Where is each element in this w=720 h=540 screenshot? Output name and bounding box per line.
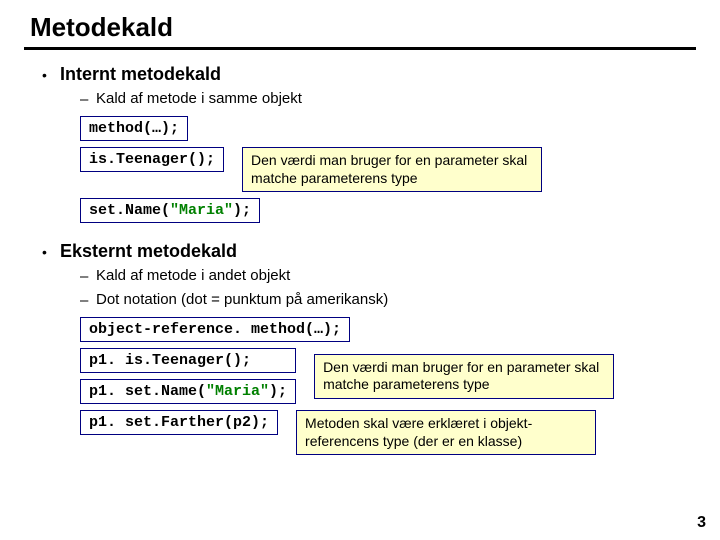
sub-external-1: Kald af metode i andet objekt <box>96 267 290 284</box>
bullet-dash: – <box>80 267 96 287</box>
bullet-dash: – <box>80 291 96 311</box>
sub-internal-1: Kald af metode i samme objekt <box>96 90 302 107</box>
callout-param-type-2: Den værdi man bruger for en parameter sk… <box>314 354 614 399</box>
code-p1-setname: p1. set.Name("Maria"); <box>80 379 296 404</box>
page-number: 3 <box>697 514 706 532</box>
subbullet-external-2: – Dot notation (dot = punktum på amerika… <box>80 291 696 311</box>
callout-method-decl: Metoden skal være erklæret i objekt-refe… <box>296 410 596 455</box>
bullet-external: • Eksternt metodekald <box>42 241 696 263</box>
bullet-dot: • <box>42 241 60 263</box>
code-p1-setfather: p1. set.Farther(p2); <box>80 410 278 435</box>
bullet-dash: – <box>80 90 96 110</box>
bullet-internal: • Internt metodekald <box>42 64 696 86</box>
code-p1-setname-string: "Maria" <box>206 383 269 400</box>
code-setname-pre: set.Name( <box>89 202 170 219</box>
code-p1-isteenager: p1. is.Teenager(); <box>80 348 296 373</box>
subbullet-internal-1: – Kald af metode i samme objekt <box>80 90 696 110</box>
code-setname-string: "Maria" <box>170 202 233 219</box>
page-title: Metodekald <box>24 12 696 47</box>
code-objref-generic: object-reference. method(…); <box>80 317 350 342</box>
heading-external: Eksternt metodekald <box>60 241 237 262</box>
code-method-generic: method(…); <box>80 116 188 141</box>
title-rule <box>24 47 696 50</box>
bullet-dot: • <box>42 64 60 86</box>
code-setname: set.Name("Maria"); <box>80 198 260 223</box>
code-p1-setname-post: ); <box>269 383 287 400</box>
sub-external-2: Dot notation (dot = punktum på amerikans… <box>96 291 388 308</box>
code-p1-setname-pre: p1. set.Name( <box>89 383 206 400</box>
subbullet-external-1: – Kald af metode i andet objekt <box>80 267 696 287</box>
heading-internal: Internt metodekald <box>60 64 221 85</box>
code-setname-post: ); <box>233 202 251 219</box>
callout-param-type-1: Den værdi man bruger for en parameter sk… <box>242 147 542 192</box>
code-isteenager: is.Teenager(); <box>80 147 224 172</box>
